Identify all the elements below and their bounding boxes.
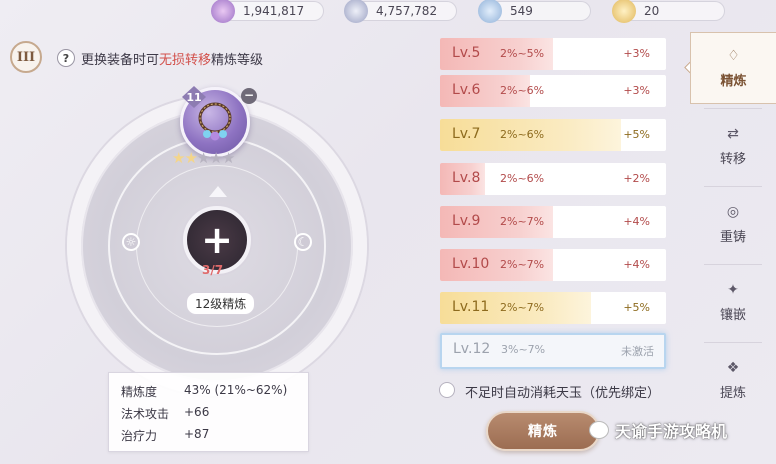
stat-label: 法术攻击	[121, 407, 170, 421]
nav-divider	[704, 342, 762, 343]
refine-hint: 更换装备时可无损转移精炼等级	[81, 49, 263, 68]
star-icon: ★	[172, 149, 185, 167]
level-status: 未激活	[621, 345, 654, 358]
tier-badge: III	[10, 41, 42, 73]
currency-value: 20	[644, 4, 660, 18]
level-range: 2%~6%	[500, 84, 545, 97]
level-name: Lv.7	[452, 126, 481, 142]
hint-text-end: 精炼等级	[211, 53, 264, 68]
moon-icon: ☾	[294, 233, 312, 251]
transfer-icon: ⇄	[727, 126, 739, 142]
level-name: Lv.6	[452, 82, 481, 98]
level-row[interactable]: Lv.6 2%~6% +3%	[440, 75, 666, 107]
level-name: Lv.8	[452, 170, 481, 186]
inlay-icon: ✦	[727, 282, 739, 298]
level-range: 2%~7%	[500, 215, 545, 228]
silver-coin-icon	[344, 0, 368, 23]
side-nav: ♢ 精炼 ⇄ 转移 ◎ 重铸 ✦ 镶嵌 ❖ 提炼	[690, 32, 776, 464]
tab-label: 重铸	[719, 230, 746, 245]
level-bonus: +2%	[623, 172, 650, 185]
refine-icon: ♢	[727, 48, 740, 64]
star-crystal-icon	[211, 0, 235, 23]
auto-consume-checkbox[interactable]	[439, 382, 455, 398]
hint-highlight: 无损转移	[159, 53, 212, 68]
level-range: 2%~6%	[500, 128, 545, 141]
currency-gold-medal: 20	[612, 0, 725, 23]
level-row[interactable]: Lv.7 2%~6% +5%	[440, 119, 666, 151]
level-row[interactable]: Lv.9 2%~7% +4%	[440, 206, 666, 238]
tab-label: 镶嵌	[719, 308, 746, 323]
remove-equipment-button[interactable]: −	[241, 88, 257, 104]
stat-row: 治疗力 +87	[121, 427, 209, 444]
stat-value: +66	[184, 405, 210, 419]
currency-value: 4,757,782	[376, 4, 438, 18]
hint-text: 更换装备时可	[81, 53, 160, 68]
stat-label: 精炼度	[121, 385, 158, 399]
refine-button[interactable]: 精炼	[486, 411, 600, 451]
level-name: Lv.5	[452, 45, 481, 61]
tab-inlay[interactable]: ✦ 镶嵌	[690, 266, 776, 338]
level-row[interactable]: Lv.11 2%~7% +5%	[440, 292, 666, 324]
tab-recast[interactable]: ◎ 重铸	[690, 188, 776, 260]
up-arrow-icon	[209, 186, 227, 197]
help-icon[interactable]: ?	[57, 49, 75, 67]
stat-row: 法术攻击 +66	[121, 405, 209, 422]
nav-divider	[704, 108, 762, 109]
currency-value: 1,941,817	[243, 4, 305, 18]
tab-label: 提炼	[719, 386, 746, 401]
level-name: Lv.9	[452, 213, 481, 229]
level-name: Lv.10	[452, 256, 490, 272]
recast-icon: ◎	[726, 204, 740, 220]
gold-medal-icon	[612, 0, 636, 23]
level-row[interactable]: Lv.5 2%~5% +3%	[440, 38, 666, 70]
currency-bar: 1,941,817 4,757,782 549 20	[0, 0, 776, 26]
level-bonus: +3%	[623, 47, 650, 60]
level-bonus: +3%	[623, 84, 650, 97]
material-count: 3/7	[202, 263, 224, 277]
level-range: 2%~7%	[500, 301, 545, 314]
tab-extract[interactable]: ❖ 提炼	[690, 344, 776, 416]
tab-label: 转移	[719, 152, 746, 167]
star-icon: ★	[184, 149, 197, 167]
star-icon: ★	[196, 149, 210, 167]
tab-label: 精炼	[720, 74, 747, 89]
currency-blue-gem: 549	[478, 0, 591, 23]
plus-icon: +	[201, 218, 233, 262]
level-range: 2%~6%	[500, 172, 545, 185]
level-row[interactable]: Lv.8 2%~6% +2%	[440, 163, 666, 195]
auto-consume-label: 不足时自动消耗天玉（优先绑定）	[465, 386, 661, 401]
level-bonus: +5%	[623, 128, 650, 141]
level-row[interactable]: Lv.10 2%~7% +4%	[440, 249, 666, 281]
nav-divider	[704, 264, 762, 265]
star-rating: ★★★★★	[172, 149, 235, 167]
stats-panel: 精炼度 43% (21%~62%) 法术攻击 +66 治疗力 +87	[108, 372, 309, 452]
star-icon: ★	[221, 149, 235, 167]
wechat-icon	[589, 421, 609, 439]
level-bonus: +4%	[623, 215, 650, 228]
blue-gem-icon	[478, 0, 502, 23]
refine-level-label: 12级精炼	[186, 292, 256, 315]
level-row-locked[interactable]: Lv.12 3%~7% 未激活	[440, 333, 666, 369]
stat-row: 精炼度 43% (21%~62%)	[121, 383, 287, 400]
stat-label: 治疗力	[121, 429, 158, 443]
tab-refine[interactable]: ♢ 精炼	[690, 32, 776, 104]
currency-silver-coin: 4,757,782	[344, 0, 457, 23]
currency-value: 549	[510, 4, 533, 18]
level-range: 2%~7%	[500, 258, 545, 271]
star-icon: ★	[209, 149, 222, 167]
level-bonus: +4%	[623, 258, 650, 271]
nav-divider	[704, 186, 762, 187]
level-name: Lv.11	[452, 299, 490, 315]
extract-icon: ❖	[726, 360, 740, 376]
currency-star-crystal: 1,941,817	[211, 0, 324, 23]
level-range: 3%~7%	[501, 343, 546, 356]
stat-value: 43% (21%~62%)	[184, 383, 288, 397]
tab-transfer[interactable]: ⇄ 转移	[690, 110, 776, 182]
sun-icon: ☼	[122, 233, 140, 251]
level-bonus: +5%	[623, 301, 650, 314]
level-name: Lv.12	[453, 341, 491, 357]
stat-value: +87	[184, 427, 210, 441]
level-range: 2%~5%	[500, 47, 545, 60]
